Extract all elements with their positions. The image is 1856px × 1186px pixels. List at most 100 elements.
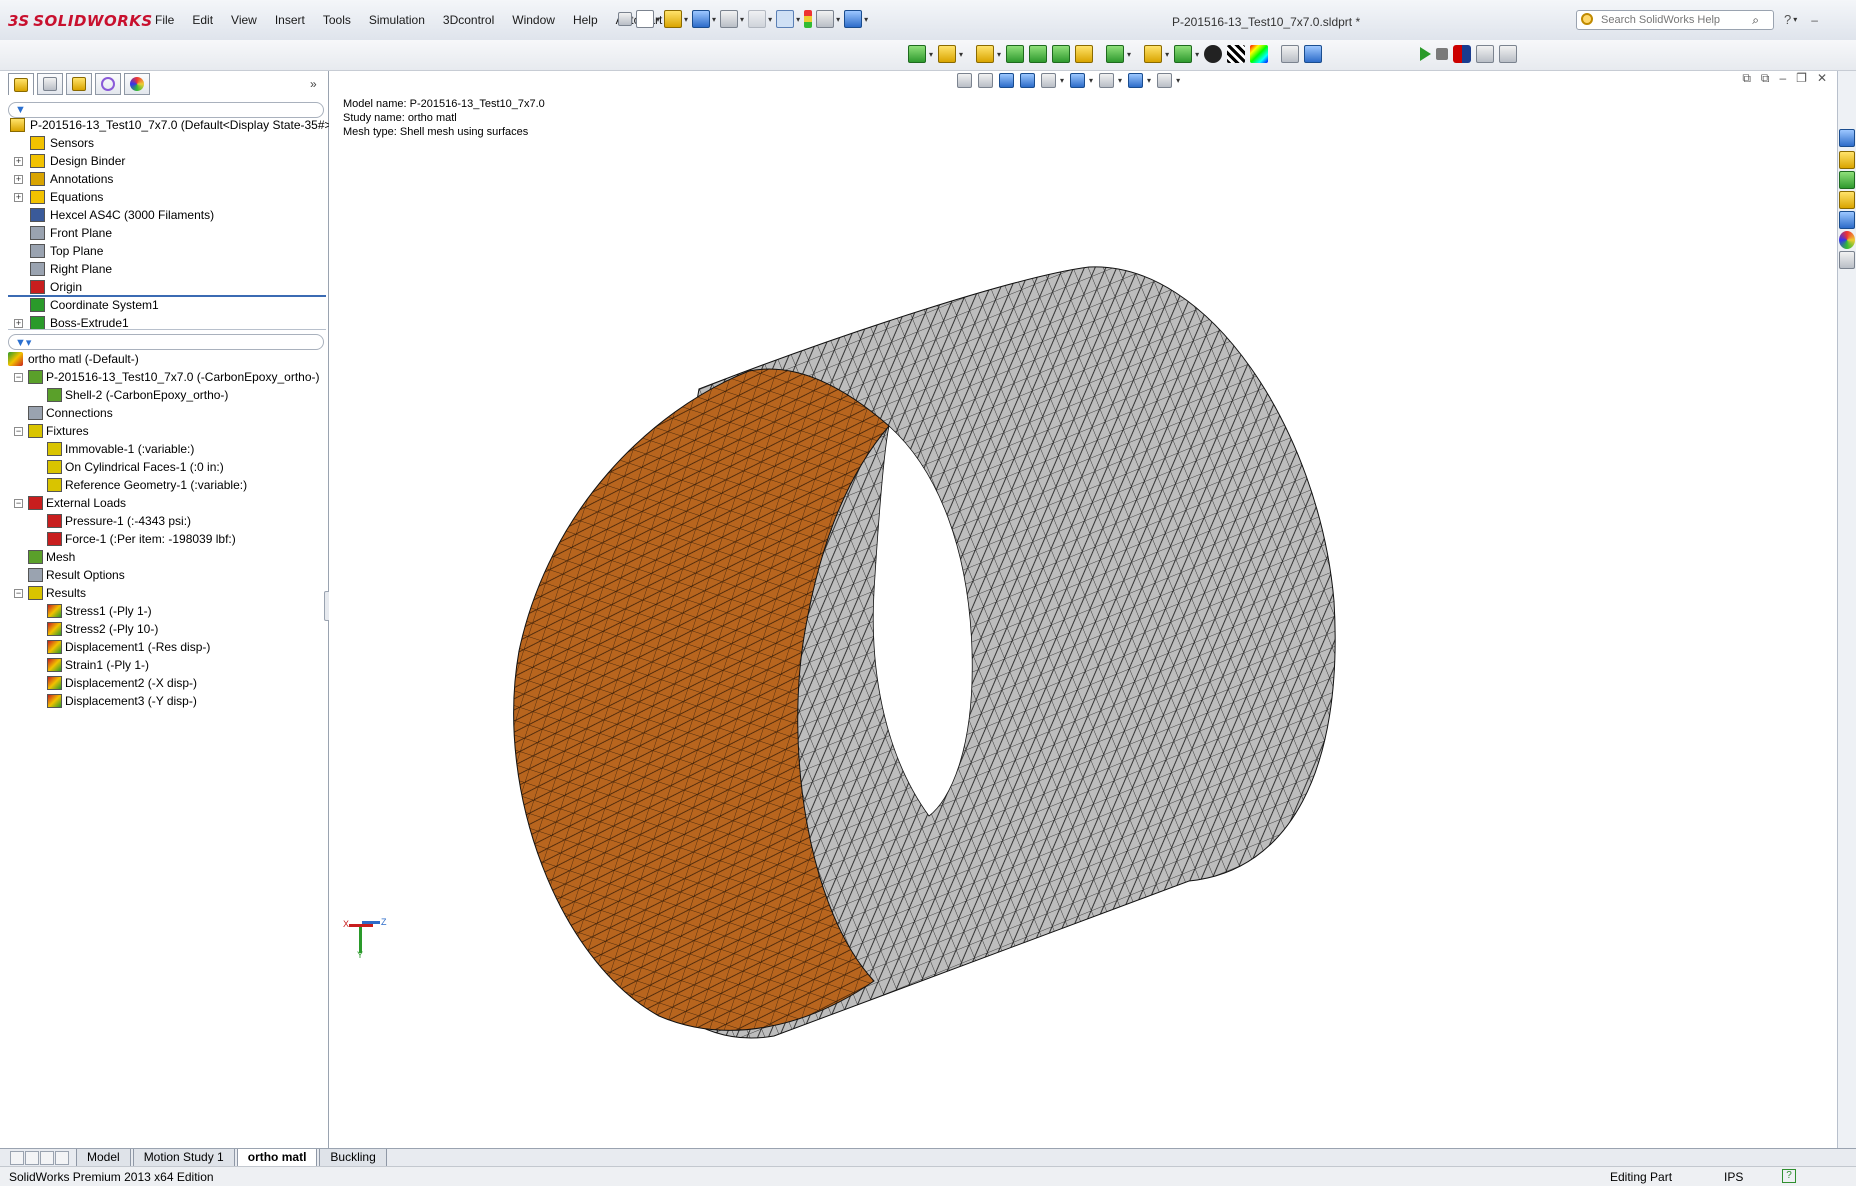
menu-edit[interactable]: Edit [183,13,222,27]
file-explorer-icon[interactable] [1839,171,1855,189]
feature-tree-item[interactable]: + Annotations [0,170,328,188]
study-tree-root[interactable]: ortho matl (-Default-) [0,350,328,368]
menu-window[interactable]: Window [503,13,564,27]
status-help-icon[interactable]: ? [1782,1169,1796,1183]
study-advisor-icon[interactable] [908,45,926,63]
study-tree-item[interactable]: Stress2 (-Ply 10-) [0,620,328,638]
external-loads-icon[interactable] [1029,45,1048,63]
tab-buckling[interactable]: Buckling [319,1149,387,1167]
view-palette-icon[interactable] [1839,211,1855,229]
expand-toggle-icon[interactable]: + [14,319,23,328]
zebra-icon[interactable] [1227,45,1246,63]
next-tab-icon[interactable] [40,1151,54,1165]
collapse-toggle-icon[interactable]: − [14,427,23,436]
study-tree-item[interactable]: − Fixtures [0,422,328,440]
study-tree-item[interactable]: Reference Geometry-1 (:variable:) [0,476,328,494]
play-icon[interactable] [1420,47,1431,61]
previous-tab-icon[interactable] [25,1151,39,1165]
study-tree-item[interactable]: Displacement1 (-Res disp-) [0,638,328,656]
menu-tools[interactable]: Tools [314,13,360,27]
study-tree-filter[interactable]: ▼▾ [8,334,324,350]
new-document-icon[interactable] [636,10,654,28]
solidworks-logo[interactable]: 3S SOLIDWORKS [8,10,153,32]
feature-tree-item[interactable]: Top Plane [0,242,328,260]
study-tree-item[interactable]: Pressure-1 (:-4343 psi:) [0,512,328,530]
record-icon[interactable] [1453,45,1471,63]
new-study-icon[interactable] [938,45,957,63]
apply-material-icon[interactable] [976,45,995,63]
design-library-icon[interactable] [1839,151,1855,169]
stop-icon[interactable] [1436,48,1448,60]
options-icon[interactable] [816,10,835,28]
study-tree-item[interactable]: − P-201516-13_Test10_7x7.0 (-CarbonEpoxy_… [0,368,328,386]
undo-icon[interactable] [748,10,767,28]
tab-display-manager[interactable] [124,73,150,95]
feature-tree-item[interactable]: Front Plane [0,224,328,242]
tab-motion-study-1[interactable]: Motion Study 1 [132,1149,235,1167]
menu-view[interactable]: View [222,13,266,27]
study-tree-item[interactable]: On Cylindrical Faces-1 (:0 in:) [0,458,328,476]
tab-dimxpert-manager[interactable] [95,73,121,95]
properties-icon[interactable] [1499,45,1517,63]
mesh-icon[interactable] [1106,45,1125,63]
graphics-area[interactable]: ▾ ▾ ▾ ▾ ▾ ⧉ ⧉ – ❐ ✕ Model name: P-201516… [329,71,1837,1148]
menu-file[interactable]: File [146,13,183,27]
menu-simulation[interactable]: Simulation [360,13,434,27]
menu-insert[interactable]: Insert [266,13,314,27]
feature-tree-root[interactable]: P-201516-13_Test10_7x7.0 (Default<Displa… [0,116,336,134]
study-tree-item[interactable]: Shell-2 (-CarbonEpoxy_ortho-) [0,386,328,404]
units-selector[interactable]: IPS [1724,1170,1743,1184]
tab-ortho-matl[interactable]: ortho matl [236,1149,318,1167]
appearances-icon[interactable] [1839,231,1855,249]
print-icon[interactable] [720,10,739,28]
feature-tree-item[interactable]: Coordinate System1 [0,296,328,314]
tree-splitter[interactable] [8,295,326,297]
last-tab-icon[interactable] [55,1151,69,1165]
feature-tree-item[interactable]: Right Plane [0,260,328,278]
include-image-icon[interactable] [1304,45,1323,63]
help-search-input[interactable]: Search SolidWorks Help ⌕ [1576,10,1774,30]
custom-properties-icon[interactable] [1839,251,1855,269]
feature-tree-item[interactable]: Sensors [0,134,328,152]
filter-toolbar-icon[interactable] [844,10,863,28]
first-tab-icon[interactable] [10,1151,24,1165]
feature-tree-item[interactable]: + Design Binder [0,152,328,170]
select-arrow-icon[interactable] [776,10,795,28]
study-tree-item[interactable]: Displacement2 (-X disp-) [0,674,328,692]
search-pane-icon[interactable] [1839,191,1855,209]
open-folder-icon[interactable] [664,10,683,28]
study-tree-item[interactable]: Result Options [0,566,328,584]
collapse-toggle-icon[interactable]: − [14,373,23,382]
search-icon[interactable]: ⌕ [1752,13,1759,28]
traffic-light-icon[interactable] [804,10,813,28]
collapse-toggle-icon[interactable]: − [14,589,23,598]
fixtures-advisor-icon[interactable] [1006,45,1025,63]
study-tree-item[interactable]: − External Loads [0,494,328,512]
tab-feature-manager[interactable] [8,73,34,95]
collapse-toggle-icon[interactable]: − [14,499,23,508]
study-tree-item[interactable]: Strain1 (-Ply 1-) [0,656,328,674]
study-tree-item[interactable]: Immovable-1 (:variable:) [0,440,328,458]
expand-panel-icon[interactable]: » [310,77,317,91]
feature-tree-item[interactable]: Origin [0,278,328,296]
tab-property-manager[interactable] [37,73,63,95]
expand-toggle-icon[interactable]: + [14,175,23,184]
save-icon[interactable] [692,10,711,28]
save-animation-icon[interactable] [1476,45,1494,63]
run-icon[interactable] [1075,45,1094,63]
study-tree-item[interactable]: Mesh [0,548,328,566]
deformed-result-icon[interactable] [1174,45,1193,63]
expand-toggle-icon[interactable]: + [14,193,23,202]
feature-tree-item[interactable]: Hexcel AS4C (3000 Filaments) [0,206,328,224]
minimize-app-icon[interactable]: – [1811,13,1818,27]
expand-toggle-icon[interactable]: + [14,157,23,166]
study-tree-item[interactable]: Connections [0,404,328,422]
study-tree-item[interactable]: Stress1 (-Ply 1-) [0,602,328,620]
compare-results-icon[interactable] [1204,45,1223,63]
tab-configuration-manager[interactable] [66,73,92,95]
menu-3dcontrol[interactable]: 3Dcontrol [434,13,503,27]
mesh-model-viewport[interactable] [329,71,1837,1148]
tab-model[interactable]: Model [76,1149,131,1167]
results-advisor-icon[interactable] [1144,45,1163,63]
feature-tree-item[interactable]: + Equations [0,188,328,206]
